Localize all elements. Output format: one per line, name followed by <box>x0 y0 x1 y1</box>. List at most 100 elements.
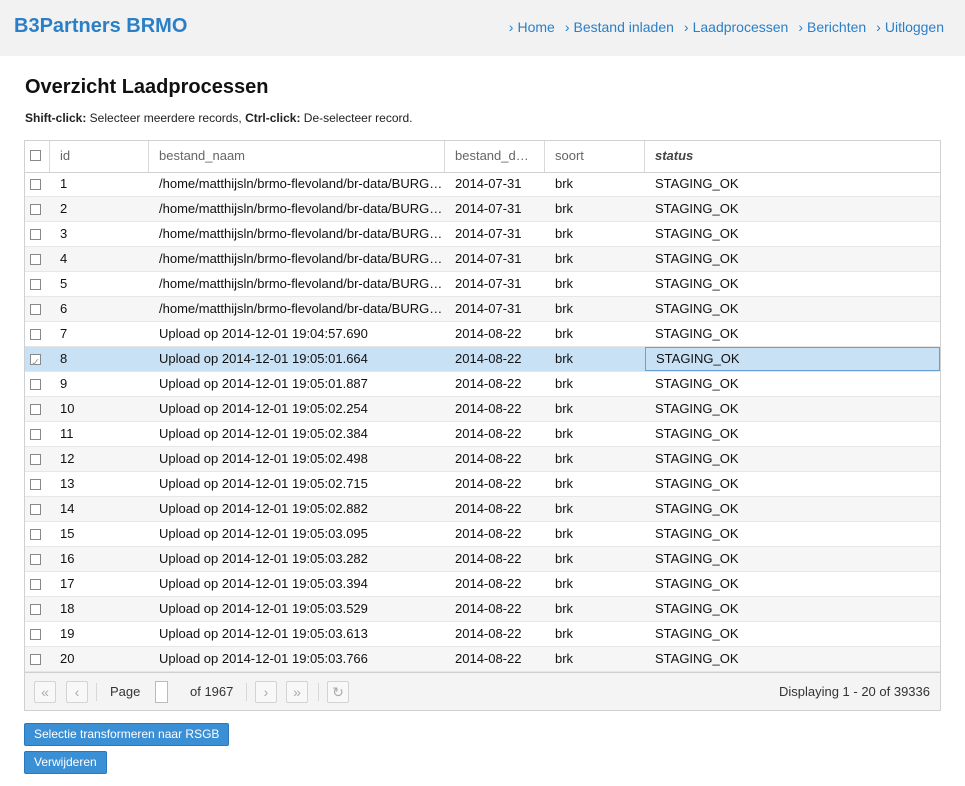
cell-bestand-datum: 2014-08-22 <box>455 576 522 591</box>
row-select-cell[interactable] <box>25 272 50 296</box>
row-select-cell[interactable] <box>25 172 50 196</box>
row-select-cell[interactable] <box>25 322 50 346</box>
pagination-toolbar: « ‹ Page of 1967 › » ↻ Displaying 1 - 20… <box>25 672 940 710</box>
row-select-cell[interactable] <box>25 397 50 421</box>
row-checkbox[interactable] <box>30 279 41 291</box>
table-row[interactable]: 15 Upload op 2014-12-01 19:05:03.095 2014-… <box>25 522 940 547</box>
refresh-icon[interactable]: ↻ <box>327 681 349 703</box>
row-select-cell[interactable] <box>25 422 50 446</box>
column-header-soort[interactable]: soort <box>545 141 645 172</box>
table-row[interactable]: 14 Upload op 2014-12-01 19:05:02.882 2014-… <box>25 497 940 522</box>
row-checkbox[interactable] <box>30 579 41 591</box>
row-checkbox[interactable] <box>30 554 41 566</box>
row-checkbox[interactable] <box>30 654 41 666</box>
selection-hint: Shift-click: Selecteer meerdere records,… <box>25 111 413 125</box>
table-row[interactable]: 1/home/matthijsln/brmo-flevoland/br-data… <box>25 172 940 197</box>
table-row[interactable]: 5/home/matthijsln/brmo-flevoland/br-data… <box>25 272 940 297</box>
row-select-cell[interactable] <box>25 522 50 546</box>
previous-page-icon[interactable]: ‹ <box>66 681 88 703</box>
row-checkbox[interactable] <box>30 404 41 416</box>
row-checkbox[interactable] <box>30 479 41 491</box>
row-select-cell[interactable] <box>25 347 50 371</box>
nav-home-link[interactable]: Home <box>509 19 554 35</box>
cell-bestand-datum: 2014-07-31 <box>455 226 522 241</box>
table-row[interactable]: 9 Upload op 2014-12-01 19:05:01.887 2014-0… <box>25 372 940 397</box>
row-checkbox[interactable] <box>30 254 41 266</box>
nav-laadprocessen-link[interactable]: Laadprocessen <box>684 19 789 35</box>
header-select-all[interactable] <box>25 141 50 172</box>
row-checkbox[interactable] <box>30 629 41 641</box>
row-checkbox[interactable] <box>30 304 41 316</box>
row-checkbox[interactable] <box>30 329 41 341</box>
main-nav: Home Bestand inladen Laadprocessen Beric… <box>509 19 944 35</box>
hint-ctrl-text: De-selecteer record. <box>300 111 413 125</box>
column-header-bestand-naam[interactable]: bestand_naam <box>149 141 445 172</box>
table-row[interactable]: 18 Upload op 2014-12-01 19:05:03.529 2014-… <box>25 597 940 622</box>
table-row[interactable]: 16 Upload op 2014-12-01 19:05:03.282 2014-… <box>25 547 940 572</box>
table-row[interactable]: 7 Upload op 2014-12-01 19:04:57.690 2014-0… <box>25 322 940 347</box>
row-select-cell[interactable] <box>25 297 50 321</box>
row-select-cell[interactable] <box>25 197 50 221</box>
row-select-cell[interactable] <box>25 497 50 521</box>
table-row[interactable]: 13 Upload op 2014-12-01 19:05:02.715 2014-… <box>25 472 940 497</box>
row-checkbox[interactable] <box>30 429 41 441</box>
table-row[interactable]: 2/home/matthijsln/brmo-flevoland/br-data… <box>25 197 940 222</box>
cell-status: STAGING_OK <box>655 401 739 416</box>
cell-id: 17 <box>60 576 75 591</box>
cell-bestand-datum: 2014-08-22 <box>455 551 522 566</box>
cell-bestand-naam: /home/matthijsln/brmo-flevoland/br-data/… <box>159 251 445 266</box>
nav-uitloggen-link[interactable]: Uitloggen <box>876 19 944 35</box>
cell-status: STAGING_OK <box>655 426 739 441</box>
column-header-bestand-datum[interactable]: bestand_d… <box>445 141 545 172</box>
row-checkbox[interactable] <box>30 454 41 466</box>
table-row[interactable]: 19 Upload op 2014-12-01 19:05:03.613 2014-… <box>25 622 940 647</box>
pager-separator <box>246 683 247 701</box>
cell-id: 6 <box>60 301 68 316</box>
last-page-icon[interactable]: » <box>286 681 308 703</box>
table-row[interactable]: 6/home/matthijsln/brmo-flevoland/br-data… <box>25 297 940 322</box>
row-select-cell[interactable] <box>25 647 50 671</box>
row-select-cell[interactable] <box>25 372 50 396</box>
table-row[interactable]: 4/home/matthijsln/brmo-flevoland/br-data… <box>25 247 940 272</box>
nav-bestand-inladen-link[interactable]: Bestand inladen <box>565 19 674 35</box>
first-page-icon[interactable]: « <box>34 681 56 703</box>
row-select-cell[interactable] <box>25 472 50 496</box>
row-checkbox[interactable] <box>30 179 41 191</box>
row-select-cell[interactable] <box>25 597 50 621</box>
nav-berichten-link[interactable]: Berichten <box>798 19 866 35</box>
displaying-count: Displaying 1 - 20 of 39336 <box>778 684 930 699</box>
select-all-checkbox[interactable] <box>30 150 41 161</box>
row-checkbox[interactable] <box>30 351 41 371</box>
table-row[interactable]: 17 Upload op 2014-12-01 19:05:03.394 2014-… <box>25 572 940 597</box>
cell-status: STAGING_OK <box>655 476 739 491</box>
row-select-cell[interactable] <box>25 447 50 471</box>
cell-bestand-datum: 2014-07-31 <box>455 251 522 266</box>
table-row[interactable]: 11 Upload op 2014-12-01 19:05:02.384 2014-… <box>25 422 940 447</box>
column-header-id[interactable]: id <box>50 141 149 172</box>
row-select-cell[interactable] <box>25 547 50 571</box>
cell-soort: brk <box>555 176 574 191</box>
column-header-status[interactable]: status <box>645 141 940 172</box>
row-select-cell[interactable] <box>25 222 50 246</box>
row-select-cell[interactable] <box>25 247 50 271</box>
row-checkbox[interactable] <box>30 229 41 241</box>
table-row[interactable]: 20 Upload op 2014-12-01 19:05:03.766 2014-… <box>25 647 940 672</box>
table-row[interactable]: 10 Upload op 2014-12-01 19:05:02.254 2014-… <box>25 397 940 422</box>
cell-status: STAGING_OK <box>655 601 739 616</box>
transform-to-rsgb-button[interactable]: Selectie transformeren naar RSGB <box>24 723 230 746</box>
row-checkbox[interactable] <box>30 604 41 616</box>
table-row[interactable]: 12 Upload op 2014-12-01 19:05:02.498 2014-… <box>25 447 940 472</box>
row-select-cell[interactable] <box>25 572 50 596</box>
delete-button[interactable]: Verwijderen <box>24 751 107 774</box>
row-checkbox[interactable] <box>30 204 41 216</box>
next-page-icon[interactable]: › <box>255 681 277 703</box>
row-checkbox[interactable] <box>30 379 41 391</box>
table-row[interactable]: 8 Upload op 2014-12-01 19:05:01.664 2014-0… <box>25 347 940 372</box>
row-checkbox[interactable] <box>30 529 41 541</box>
page-number-input[interactable] <box>155 681 168 703</box>
row-select-cell[interactable] <box>25 622 50 646</box>
row-checkbox[interactable] <box>30 504 41 516</box>
table-row[interactable]: 3/home/matthijsln/brmo-flevoland/br-data… <box>25 222 940 247</box>
cell-bestand-datum: 2014-07-31 <box>455 301 522 316</box>
cell-status: STAGING_OK <box>655 526 739 541</box>
